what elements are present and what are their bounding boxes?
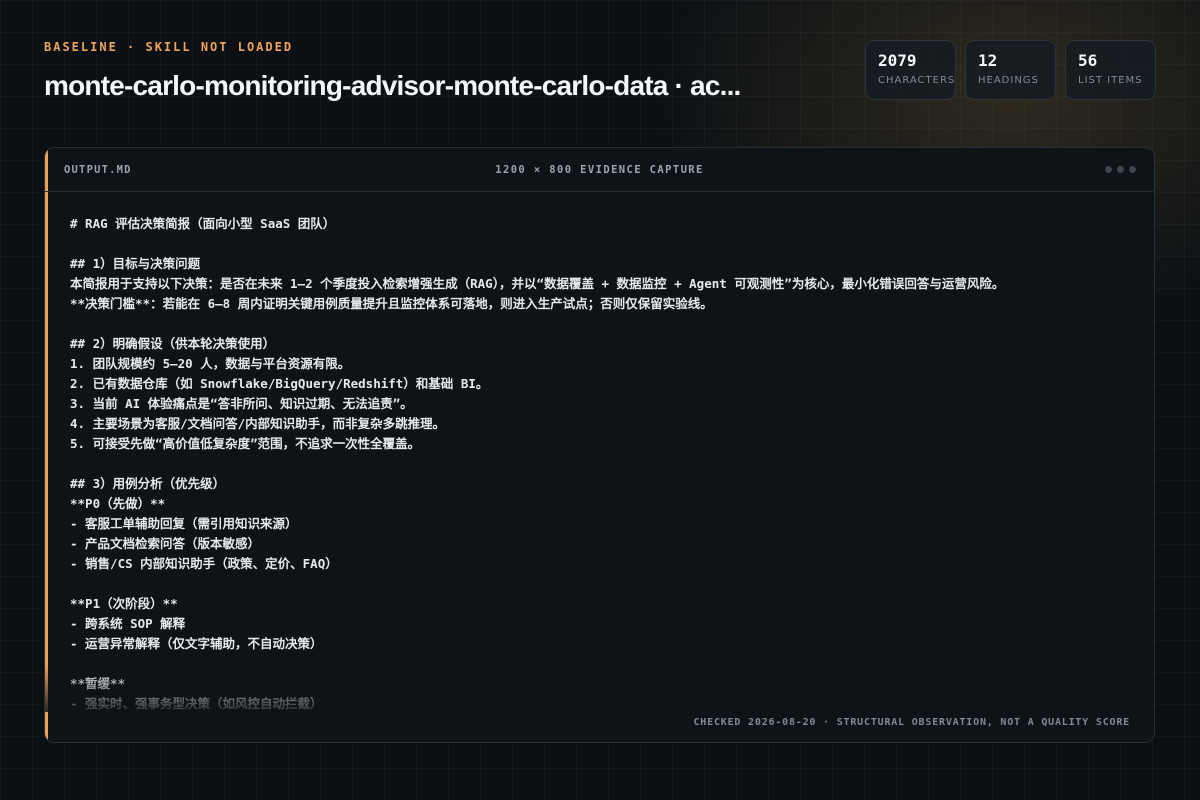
capture-label: 1200 × 800 EVIDENCE CAPTURE xyxy=(495,164,704,176)
doc-line: ## 1）目标与决策问题 xyxy=(70,256,201,271)
doc-line xyxy=(70,574,1134,594)
page-title: monte-carlo-monitoring-advisor-monte-car… xyxy=(44,70,741,101)
stat-value: 12 xyxy=(978,51,998,70)
doc-line: # RAG 评估决策简报（面向小型 SaaS 团队） xyxy=(70,216,336,231)
doc-line: 本简报用于支持以下决策：是否在未来 1–2 个季度投入检索增强生成（RAG），并… xyxy=(70,276,1005,291)
doc-line: **P0（先做）** xyxy=(70,496,166,511)
doc-line: 5. 可接受先做“高价值低复杂度”范围，不追求一次性全覆盖。 xyxy=(70,436,421,451)
stat-characters: 2079 CHARACTERS xyxy=(865,40,956,100)
output-panel: OUTPUT.MD 1200 × 800 EVIDENCE CAPTURE # … xyxy=(44,147,1155,743)
doc-line xyxy=(70,234,1134,254)
doc-line: **暂缓** xyxy=(70,676,126,691)
stat-label: LIST ITEMS xyxy=(1078,75,1143,86)
doc-line: - 产品文档检索问答（版本敏感） xyxy=(70,536,261,551)
doc-line: - 客服工单辅助回复（需引用知识来源） xyxy=(70,516,298,531)
evidence-page: BASELINE · SKILL NOT LOADED monte-carlo-… xyxy=(0,0,1200,800)
stat-label: HEADINGS xyxy=(978,75,1039,86)
baseline-eyebrow: BASELINE · SKILL NOT LOADED xyxy=(44,40,294,54)
doc-line: **P1（次阶段）** xyxy=(70,596,178,611)
doc-line: ## 2）明确假设（供本轮决策使用） xyxy=(70,336,276,351)
stat-list-items: 56 LIST ITEMS xyxy=(1065,40,1156,100)
stat-value: 2079 xyxy=(878,51,917,70)
doc-line xyxy=(70,454,1134,474)
doc-line: - 销售/CS 内部知识助手（政策、定价、FAQ） xyxy=(70,556,338,571)
doc-line: - 运营异常解释（仅文字辅助，不自动决策） xyxy=(70,636,323,651)
window-dots xyxy=(1105,166,1136,173)
markdown-output: # RAG 评估决策简报（面向小型 SaaS 团队） ## 1）目标与决策问题本简… xyxy=(70,214,1134,712)
dot-icon xyxy=(1117,166,1124,173)
doc-line xyxy=(70,314,1134,334)
doc-line: ## 3）用例分析（优先级） xyxy=(70,476,226,491)
panel-header: OUTPUT.MD 1200 × 800 EVIDENCE CAPTURE xyxy=(45,148,1154,192)
dot-icon xyxy=(1105,166,1112,173)
stats-group: 2079 CHARACTERS 12 HEADINGS 56 LIST ITEM… xyxy=(865,40,1156,100)
doc-line xyxy=(70,654,1134,674)
doc-line: 1. 团队规模约 5–20 人，数据与平台资源有限。 xyxy=(70,356,351,371)
doc-line: 3. 当前 AI 体验痛点是“答非所问、知识过期、无法追责”。 xyxy=(70,396,413,411)
stat-label: CHARACTERS xyxy=(878,75,956,86)
stat-headings: 12 HEADINGS xyxy=(965,40,1056,100)
doc-line: **决策门槛**：若能在 6–8 周内证明关键用例质量提升且监控体系可落地，则进… xyxy=(70,296,713,311)
doc-line: 4. 主要场景为客服/文档问答/内部知识助手，而非复杂多跳推理。 xyxy=(70,416,446,431)
dot-icon xyxy=(1129,166,1136,173)
panel-footer: CHECKED 2026-08-20 · STRUCTURAL OBSERVAT… xyxy=(693,717,1130,728)
panel-accent-bar xyxy=(45,148,48,742)
doc-line: - 强实时、强事务型决策（如风控自动拦截） xyxy=(70,696,323,711)
stat-value: 56 xyxy=(1078,51,1098,70)
doc-line: - 跨系统 SOP 解释 xyxy=(70,616,186,631)
doc-line: 2. 已有数据仓库（如 Snowflake/BigQuery/Redshift）… xyxy=(70,376,489,391)
